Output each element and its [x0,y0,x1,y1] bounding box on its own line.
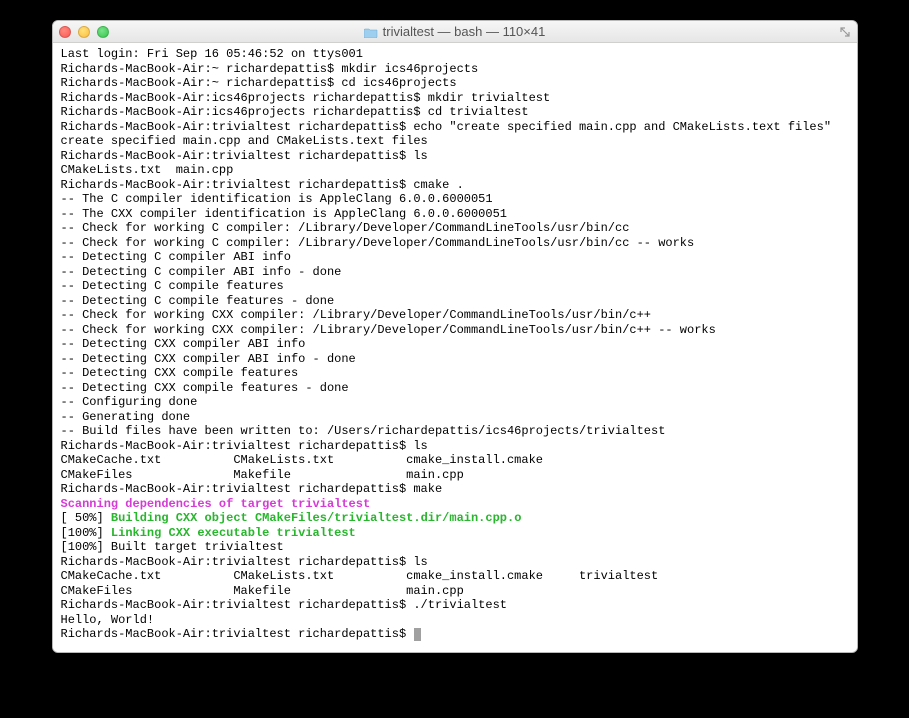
minimize-button[interactable] [78,26,90,38]
terminal-line: Richards-MacBook-Air:trivialtest richard… [61,598,849,613]
terminal-line: [100%] Linking CXX executable trivialtes… [61,526,849,541]
window-title-text: trivialtest — bash — 110×41 [383,24,546,39]
terminal-line: Hello, World! [61,613,849,628]
terminal-line: -- The CXX compiler identification is Ap… [61,207,849,222]
terminal-line: Last login: Fri Sep 16 05:46:52 on ttys0… [61,47,849,62]
terminal-line: -- Check for working C compiler: /Librar… [61,236,849,251]
terminal-line: Richards-MacBook-Air:ics46projects richa… [61,105,849,120]
terminal-line: Richards-MacBook-Air:~ richardepattis$ c… [61,76,849,91]
terminal-line: Richards-MacBook-Air:trivialtest richard… [61,149,849,164]
terminal-line: CMakeCache.txt CMakeLists.txt cmake_inst… [61,453,849,468]
terminal-line: -- Check for working CXX compiler: /Libr… [61,323,849,338]
terminal-line: [ 50%] Building CXX object CMakeFiles/tr… [61,511,849,526]
terminal-line: Richards-MacBook-Air:trivialtest richard… [61,482,849,497]
terminal-line: Richards-MacBook-Air:trivialtest richard… [61,439,849,454]
terminal-line: [100%] Built target trivialtest [61,540,849,555]
terminal-line: -- Detecting CXX compiler ABI info - don… [61,352,849,367]
fullscreen-icon[interactable] [839,25,852,38]
zoom-button[interactable] [97,26,109,38]
terminal-line: -- Check for working C compiler: /Librar… [61,221,849,236]
terminal-window: trivialtest — bash — 110×41 Last login: … [52,20,858,653]
terminal-line: Richards-MacBook-Air:ics46projects richa… [61,91,849,106]
terminal-line: CMakeFiles Makefile main.cpp [61,468,849,483]
traffic-lights [59,26,109,38]
terminal-line: -- Detecting C compile features [61,279,849,294]
terminal-line: -- The C compiler identification is Appl… [61,192,849,207]
titlebar[interactable]: trivialtest — bash — 110×41 [53,21,857,43]
terminal-line: -- Detecting CXX compiler ABI info [61,337,849,352]
terminal-line: Richards-MacBook-Air:~ richardepattis$ m… [61,62,849,77]
terminal-line: -- Detecting CXX compile features - done [61,381,849,396]
cursor [414,628,421,641]
terminal-line: -- Detecting CXX compile features [61,366,849,381]
terminal-line: Richards-MacBook-Air:trivialtest richard… [61,627,849,642]
terminal-line: -- Detecting C compiler ABI info - done [61,265,849,280]
terminal-line: Scanning dependencies of target trivialt… [61,497,849,512]
terminal-line: CMakeFiles Makefile main.cpp [61,584,849,599]
terminal-line: Richards-MacBook-Air:trivialtest richard… [61,555,849,570]
terminal-line: CMakeLists.txt main.cpp [61,163,849,178]
close-button[interactable] [59,26,71,38]
terminal-line: -- Detecting C compile features - done [61,294,849,309]
window-title: trivialtest — bash — 110×41 [53,24,857,39]
terminal-output[interactable]: Last login: Fri Sep 16 05:46:52 on ttys0… [53,43,857,652]
folder-icon [364,26,378,37]
terminal-line: CMakeCache.txt CMakeLists.txt cmake_inst… [61,569,849,584]
terminal-line: Richards-MacBook-Air:trivialtest richard… [61,178,849,193]
terminal-line: -- Detecting C compiler ABI info [61,250,849,265]
terminal-line: Richards-MacBook-Air:trivialtest richard… [61,120,849,135]
terminal-line: -- Generating done [61,410,849,425]
terminal-line: create specified main.cpp and CMakeLists… [61,134,849,149]
terminal-line: -- Configuring done [61,395,849,410]
terminal-line: -- Check for working CXX compiler: /Libr… [61,308,849,323]
terminal-line: -- Build files have been written to: /Us… [61,424,849,439]
